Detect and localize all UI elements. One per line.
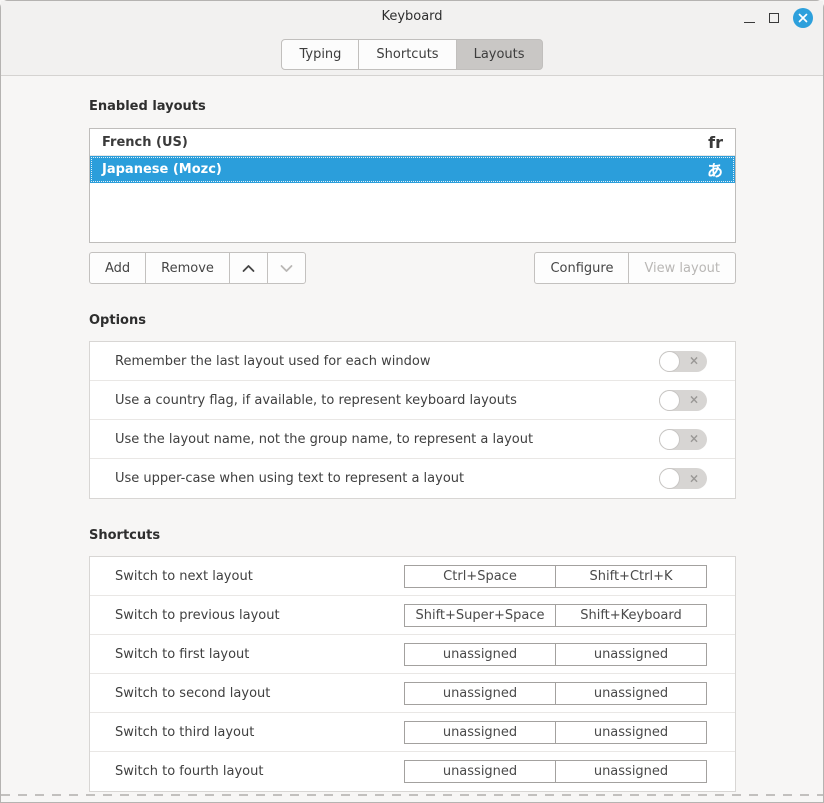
toggle-off-x-icon: × bbox=[689, 355, 699, 367]
window-controls bbox=[744, 1, 813, 35]
toggle-switch[interactable]: × bbox=[659, 429, 707, 450]
shortcut-row: Switch to fourth layout unassignedunassig… bbox=[90, 752, 735, 791]
window-header: Keyboard TypingShortcutsLayouts bbox=[1, 1, 823, 76]
chevron-down-icon bbox=[280, 264, 293, 273]
option-label: Use upper-case when using text to repres… bbox=[115, 471, 464, 486]
toggle-off-x-icon: × bbox=[689, 394, 699, 406]
option-row: Use the layout name, not the group name,… bbox=[90, 420, 735, 459]
maximize-button[interactable] bbox=[769, 13, 779, 23]
toggle-off-x-icon: × bbox=[689, 433, 699, 445]
option-row: Use a country flag, if available, to rep… bbox=[90, 381, 735, 420]
keybinding-button[interactable]: unassigned bbox=[404, 760, 556, 783]
shortcut-label: Switch to fourth layout bbox=[115, 764, 263, 779]
layout-actions-row: Add Remove Configure View layout bbox=[89, 252, 736, 284]
keybinding-group: unassignedunassigned bbox=[404, 760, 707, 783]
layout-row[interactable]: Japanese (Mozc) あ bbox=[90, 156, 735, 183]
keybinding-button[interactable]: unassigned bbox=[555, 760, 707, 783]
toggle-knob bbox=[659, 351, 680, 372]
scroll-edge-dashed-line bbox=[1, 794, 823, 796]
close-icon bbox=[798, 13, 808, 23]
shortcut-row: Switch to second layout unassignedunassig… bbox=[90, 674, 735, 713]
toggle-knob bbox=[659, 468, 680, 489]
toggle-knob bbox=[659, 429, 680, 450]
tab-bar: TypingShortcutsLayouts bbox=[1, 39, 823, 70]
tab-layouts[interactable]: Layouts bbox=[456, 39, 543, 70]
option-label: Use a country flag, if available, to rep… bbox=[115, 393, 517, 408]
keybinding-button[interactable]: Shift+Super+Space bbox=[404, 604, 556, 627]
tab-shortcuts[interactable]: Shortcuts bbox=[358, 39, 456, 70]
tab-typing[interactable]: Typing bbox=[281, 39, 359, 70]
shortcut-row: Switch to previous layout Shift+Super+Spa… bbox=[90, 596, 735, 635]
options-box: Remember the last layout used for each w… bbox=[89, 341, 736, 499]
shortcuts-heading: Shortcuts bbox=[89, 527, 736, 544]
keybinding-group: unassignedunassigned bbox=[404, 682, 707, 705]
options-heading: Options bbox=[89, 312, 736, 329]
toggle-switch[interactable]: × bbox=[659, 468, 707, 489]
titlebar: Keyboard bbox=[1, 1, 823, 35]
keybinding-button[interactable]: unassigned bbox=[555, 643, 707, 666]
chevron-up-icon bbox=[242, 264, 255, 273]
shortcut-row: Switch to third layout unassignedunassign… bbox=[90, 713, 735, 752]
keybinding-group: Shift+Super+SpaceShift+Keyboard bbox=[404, 604, 707, 627]
add-layout-button[interactable]: Add bbox=[89, 252, 146, 284]
layout-row[interactable]: French (US) fr bbox=[90, 129, 735, 156]
move-layout-down-button[interactable] bbox=[267, 252, 306, 284]
minimize-button[interactable] bbox=[744, 11, 755, 25]
keybinding-group: unassignedunassigned bbox=[404, 643, 707, 666]
keybinding-button[interactable]: unassigned bbox=[404, 721, 556, 744]
shortcuts-box: Switch to next layout Ctrl+SpaceShift+Ctr… bbox=[89, 556, 736, 792]
keybinding-button[interactable]: Shift+Ctrl+K bbox=[555, 565, 707, 588]
configure-button[interactable]: Configure bbox=[534, 252, 629, 284]
keybinding-group: Ctrl+SpaceShift+Ctrl+K bbox=[404, 565, 707, 588]
view-layout-button[interactable]: View layout bbox=[628, 252, 736, 284]
close-button[interactable] bbox=[793, 8, 813, 28]
shortcut-label: Switch to previous layout bbox=[115, 608, 280, 623]
window-title: Keyboard bbox=[1, 1, 823, 33]
shortcut-label: Switch to first layout bbox=[115, 647, 249, 662]
keybinding-button[interactable]: unassigned bbox=[404, 682, 556, 705]
shortcut-label: Switch to second layout bbox=[115, 686, 270, 701]
option-row: Remember the last layout used for each w… bbox=[90, 342, 735, 381]
enabled-layouts-heading: Enabled layouts bbox=[89, 98, 736, 115]
keybinding-button[interactable]: unassigned bbox=[404, 643, 556, 666]
layout-name: French (US) bbox=[102, 135, 188, 150]
option-label: Use the layout name, not the group name,… bbox=[115, 432, 533, 447]
keybinding-button[interactable]: unassigned bbox=[555, 721, 707, 744]
layout-name: Japanese (Mozc) bbox=[102, 162, 222, 177]
shortcut-row: Switch to next layout Ctrl+SpaceShift+Ctr… bbox=[90, 557, 735, 596]
shortcut-label: Switch to next layout bbox=[115, 569, 253, 584]
keybinding-button[interactable]: unassigned bbox=[555, 682, 707, 705]
toggle-off-x-icon: × bbox=[689, 472, 699, 484]
layout-glyph-icon: fr bbox=[708, 133, 723, 152]
main-content: Enabled layouts French (US) fr Japanese (M… bbox=[1, 76, 823, 792]
layout-edit-button-group: Add Remove bbox=[89, 252, 306, 284]
toggle-switch[interactable]: × bbox=[659, 390, 707, 411]
shortcut-label: Switch to third layout bbox=[115, 725, 254, 740]
keybinding-group: unassignedunassigned bbox=[404, 721, 707, 744]
layout-glyph-icon: あ bbox=[707, 157, 723, 181]
shortcut-row: Switch to first layout unassignedunassign… bbox=[90, 635, 735, 674]
keyboard-settings-window: { "window": { "title": "Keyboard" }, "ta… bbox=[0, 0, 824, 803]
toggle-knob bbox=[659, 390, 680, 411]
enabled-layouts-list: French (US) fr Japanese (Mozc) あ bbox=[89, 128, 736, 243]
keybinding-button[interactable]: Shift+Keyboard bbox=[555, 604, 707, 627]
toggle-switch[interactable]: × bbox=[659, 351, 707, 372]
move-layout-up-button[interactable] bbox=[229, 252, 268, 284]
remove-layout-button[interactable]: Remove bbox=[145, 252, 230, 284]
option-label: Remember the last layout used for each w… bbox=[115, 354, 430, 369]
keybinding-button[interactable]: Ctrl+Space bbox=[404, 565, 556, 588]
layout-tools-button-group: Configure View layout bbox=[534, 252, 736, 284]
option-row: Use upper-case when using text to repres… bbox=[90, 459, 735, 498]
